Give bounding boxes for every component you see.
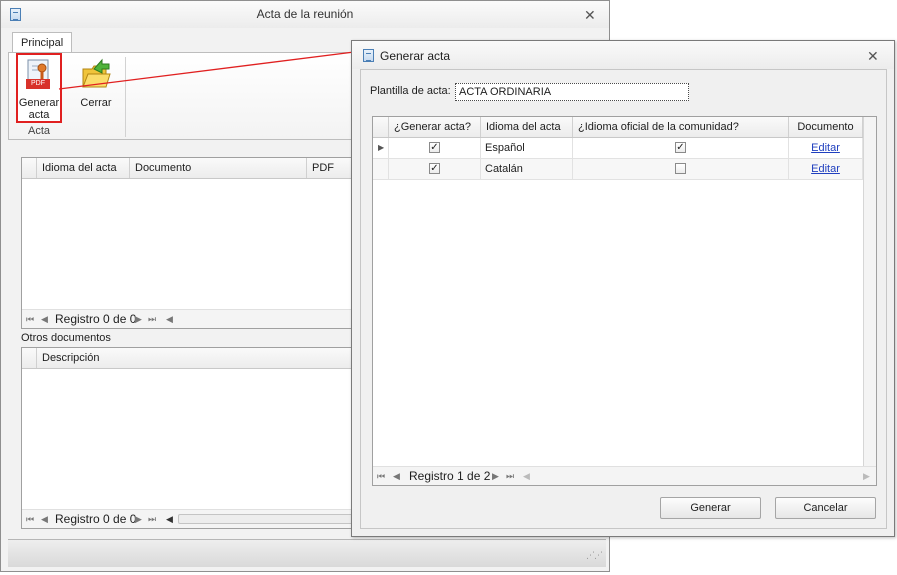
cell-idioma: Catalán — [481, 159, 573, 179]
cell-oficial[interactable] — [573, 159, 789, 179]
idiomas-grid-navigator: ⏮ ◀ Registro 1 de 2 ▶ ⏭ ◀ ▶ — [373, 466, 876, 485]
table-row[interactable]: ▶ ✓ Español ✓ Editar — [373, 138, 863, 159]
table-row[interactable]: ✓ Catalán Editar — [373, 159, 863, 180]
cell-generar[interactable]: ✓ — [389, 159, 481, 179]
next-record-icon[interactable]: ▶ — [492, 467, 499, 485]
col-idioma-acta[interactable]: Idioma del acta — [481, 117, 573, 137]
cancelar-button[interactable]: Cancelar — [775, 497, 876, 519]
first-record-icon[interactable]: ⏮ — [377, 467, 385, 485]
app-icon — [363, 49, 374, 62]
plantilla-input[interactable]: ACTA ORDINARIA — [455, 83, 689, 101]
cell-generar[interactable]: ✓ — [389, 138, 481, 158]
col-documento[interactable]: Documento — [789, 117, 863, 137]
oficial-checkbox[interactable] — [675, 163, 686, 174]
idiomas-grid: ¿Generar acta? Idioma del acta ¿Idioma o… — [372, 116, 877, 486]
cell-oficial[interactable]: ✓ — [573, 138, 789, 158]
dialog-title-bar: Generar acta ✕ — [352, 41, 894, 69]
generar-button[interactable]: Generar — [660, 497, 761, 519]
callout-arrow-line — [58, 48, 379, 90]
editar-link[interactable]: Editar — [789, 138, 863, 158]
col-generar-acta[interactable]: ¿Generar acta? — [389, 117, 481, 137]
generar-checkbox[interactable]: ✓ — [429, 142, 440, 153]
row-indicator: ▶ — [373, 138, 389, 158]
current-row-icon: ▶ — [378, 143, 385, 152]
prev-record-icon[interactable]: ◀ — [393, 467, 400, 485]
row-indicator-header — [373, 117, 389, 137]
col-idioma-oficial[interactable]: ¿Idioma oficial de la comunidad? — [573, 117, 789, 137]
oficial-checkbox[interactable]: ✓ — [675, 142, 686, 153]
generar-acta-dialog: Generar acta ✕ Plantilla de acta: ACTA O… — [351, 40, 895, 537]
dialog-body: Plantilla de acta: ACTA ORDINARIA ¿Gener… — [360, 69, 887, 529]
dialog-title: Generar acta — [380, 49, 451, 63]
plantilla-label: Plantilla de acta: — [370, 85, 451, 97]
last-record-icon[interactable]: ⏭ — [506, 467, 514, 485]
generar-checkbox[interactable]: ✓ — [429, 163, 440, 174]
record-counter: Registro 1 de 2 — [409, 469, 491, 483]
row-indicator — [373, 159, 389, 179]
scroll-right-icon[interactable]: ▶ — [863, 467, 870, 485]
scroll-left-icon[interactable]: ◀ — [523, 467, 530, 485]
close-icon[interactable]: ✕ — [867, 49, 879, 63]
idiomas-grid-header: ¿Generar acta? Idioma del acta ¿Idioma o… — [373, 117, 863, 138]
vertical-scrollbar[interactable] — [863, 117, 876, 466]
editar-link[interactable]: Editar — [789, 159, 863, 179]
cell-idioma: Español — [481, 138, 573, 158]
